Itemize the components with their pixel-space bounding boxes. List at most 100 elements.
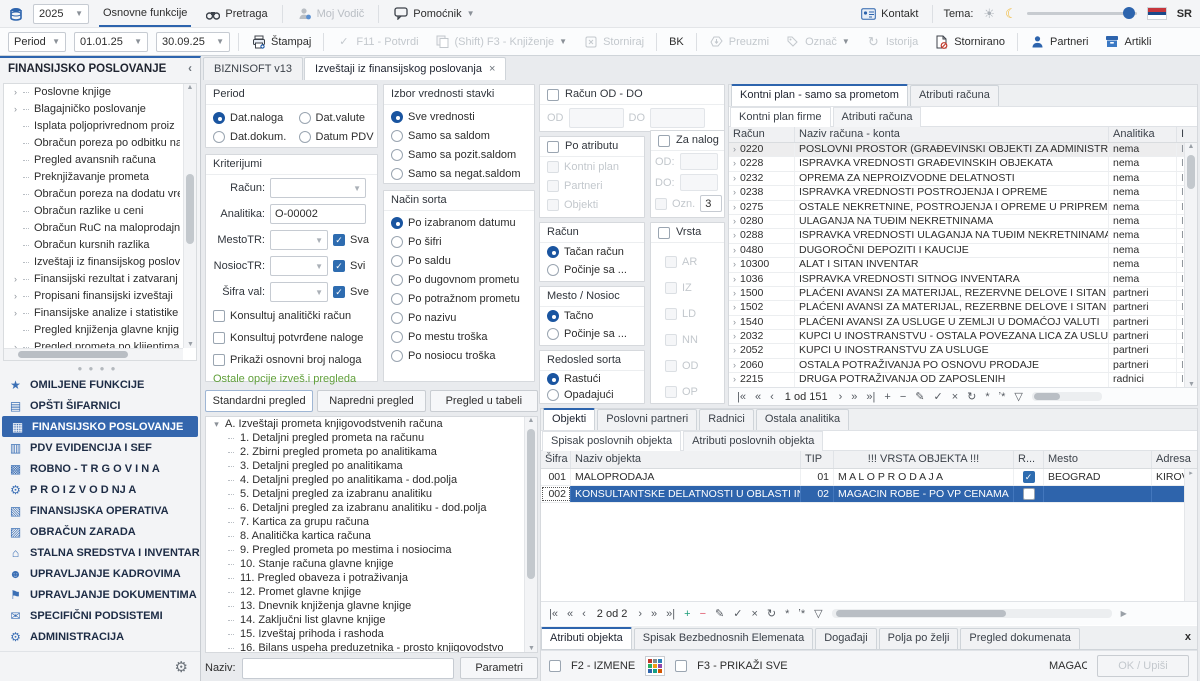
sorta-radio-option[interactable]: Po nazivu: [384, 308, 534, 327]
checkbox-icon[interactable]: ✓: [547, 89, 559, 101]
report-item[interactable]: 2. Zbirni pregled prometa po analitikama: [206, 445, 537, 459]
goto-bookmark-icon[interactable]: ʼ*: [999, 391, 1006, 403]
kontni-vertical-scrollbar[interactable]: ▲▼: [1184, 143, 1197, 388]
sidebar-tree-item[interactable]: Isplata poljoprivrednom proiz: [4, 118, 180, 135]
settings-gear-icon[interactable]: ⚙: [175, 658, 188, 676]
radio-icon[interactable]: [391, 255, 403, 267]
moon-icon[interactable]: ☾: [1005, 6, 1017, 22]
analitika-tab[interactable]: Objekti: [543, 408, 595, 430]
kontni-horizontal-scrollbar[interactable]: [1032, 392, 1102, 401]
year-select[interactable]: 2025▼: [33, 4, 89, 24]
sidebar-tree-item[interactable]: › Finansijske analize i statistike: [4, 305, 180, 322]
kontni-row[interactable]: ›0228 ISPRAVKA VREDNOSTI GRAĐEVINSKIH OB…: [729, 157, 1197, 171]
nav-item[interactable]: ▤ OPŠTI ŠIFARNICI: [0, 395, 200, 416]
row-expander-icon[interactable]: ›: [733, 143, 736, 156]
nav-item[interactable]: ☻ UPRAVLJANJE KADROVIMA: [0, 563, 200, 584]
tab-atributi-racuna[interactable]: Atributi računa: [910, 85, 999, 106]
report-item[interactable]: 4. Detaljni pregled po analitikama - dod…: [206, 473, 537, 487]
radio-icon[interactable]: [391, 111, 403, 123]
stornirano-button[interactable]: Stornirano: [930, 30, 1009, 54]
report-item[interactable]: 7. Kartica za grupu računa: [206, 515, 537, 529]
kontni-row[interactable]: ›1540 PLAĆENI AVANSI ZA USLUGE U ZEMLJI …: [729, 316, 1197, 330]
delete-row-icon[interactable]: −: [700, 608, 706, 620]
row-checkbox[interactable]: ✓: [1023, 488, 1035, 500]
checkbox-icon[interactable]: ✓: [547, 141, 559, 153]
collapse-icon[interactable]: ‹: [188, 63, 192, 75]
view-mode-button[interactable]: Pregled u tabeli: [430, 390, 538, 412]
prior-group-icon[interactable]: «: [567, 608, 573, 620]
sidebar-tree-item[interactable]: › Blagajničko poslovanje: [4, 101, 180, 118]
color-grid-icon[interactable]: [645, 656, 665, 676]
detail-tab[interactable]: Događaji: [815, 628, 876, 649]
kontni-row[interactable]: ›0220 POSLOVNI PROSTOR (GRAĐEVINSKI OBJE…: [729, 143, 1197, 157]
checkbox-icon[interactable]: ✓: [658, 135, 670, 147]
radio-datum-pdv[interactable]: Datum PDV: [292, 127, 378, 146]
ozn-input[interactable]: [700, 195, 722, 212]
tab-izvestaji[interactable]: Izveštaji iz finansijskog poslovanja ×: [304, 57, 506, 80]
nav-item[interactable]: ✉ SPECIFIČNI PODSISTEMI: [0, 605, 200, 626]
nav-item[interactable]: ⚑ UPRAVLJANJE DOKUMENTIMA: [0, 584, 200, 605]
row-expander-icon[interactable]: ›: [733, 186, 736, 199]
expander-icon[interactable]: ›: [11, 101, 20, 118]
radio-icon[interactable]: [391, 312, 403, 324]
row-expander-icon[interactable]: ›: [733, 301, 736, 314]
f2-checkbox[interactable]: ✓: [549, 660, 561, 672]
kontni-row[interactable]: ›1500 PLAĆENI AVANSI ZA MATERIJAL, REZER…: [729, 287, 1197, 301]
tab-kontni-plan-promet[interactable]: Kontni plan - samo sa prometom: [731, 84, 908, 106]
ostale-opcije-link[interactable]: Ostale opcije izveš.i pregleda: [206, 371, 377, 387]
subtab-atributi-racuna[interactable]: Atributi računa: [833, 107, 922, 127]
sorta-radio-option[interactable]: Po šifri: [384, 232, 534, 251]
refresh-icon[interactable]: ↻: [967, 390, 976, 403]
menu-osnovne-funkcije[interactable]: Osnovne funkcije: [99, 0, 191, 27]
radio-icon[interactable]: [547, 310, 559, 322]
sun-icon[interactable]: ☀: [983, 6, 995, 22]
radio-icon[interactable]: [547, 328, 559, 340]
nav-item[interactable]: ⚙ ADMINISTRACIJA: [0, 626, 200, 647]
kontni-row[interactable]: ›0232 OPREMA ZA NEPROIZVODNE DELATNOSTI …: [729, 172, 1197, 186]
splitter-grip[interactable]: ● ● ● ●: [0, 364, 195, 373]
edit-row-icon[interactable]: ✎: [915, 390, 924, 403]
radio-icon[interactable]: [391, 217, 403, 229]
sorta-radio-option[interactable]: Po saldu: [384, 251, 534, 270]
objekat-row[interactable]: 001 MALOPRODAJA 01 M A L O P R O D A J A…: [541, 469, 1197, 486]
menu-pomocnik[interactable]: Pomoćnik▼: [389, 0, 478, 27]
subtab-kontni-plan-firme[interactable]: Kontni plan firme: [730, 107, 831, 127]
date-from-select[interactable]: 01.01.25▼: [74, 32, 148, 52]
row-expander-icon[interactable]: ›: [733, 273, 736, 286]
radio-icon[interactable]: [547, 264, 559, 276]
post-edit-icon[interactable]: ✓: [733, 607, 742, 620]
nav-item[interactable]: ▨ OBRAČUN ZARADA: [0, 521, 200, 542]
theme-slider[interactable]: [1027, 12, 1137, 15]
radio-tacan-racun[interactable]: Tačan račun: [540, 243, 644, 261]
next-group-icon[interactable]: »: [651, 608, 657, 620]
radio-icon[interactable]: [547, 389, 559, 401]
radio-icon[interactable]: [547, 246, 559, 258]
check-konsultuj-potvrdjene[interactable]: ✓Konsultuj potvrđene naloge: [206, 327, 377, 349]
sifraval-combo[interactable]: ▼: [270, 282, 328, 302]
row-expander-icon[interactable]: ›: [733, 215, 736, 228]
expander-icon[interactable]: ›: [11, 288, 20, 305]
first-page-icon[interactable]: |«: [549, 608, 558, 620]
kontakt-button[interactable]: Kontakt: [857, 0, 922, 27]
checkbox-sve[interactable]: ✓: [333, 286, 345, 298]
nav-item[interactable]: ▧ FINANSIJSKA OPERATIVA: [0, 500, 200, 521]
row-expander-icon[interactable]: ›: [733, 287, 736, 300]
detail-tab[interactable]: Pregled dokumenata: [960, 628, 1080, 649]
parametri-button[interactable]: Parametri: [460, 657, 538, 679]
report-item[interactable]: 12. Promet glavne knjige: [206, 585, 537, 599]
row-checkbox[interactable]: ✓: [1023, 471, 1035, 483]
tree-vertical-scrollbar[interactable]: ▲▼: [183, 84, 196, 348]
cancel-edit-icon[interactable]: ×: [952, 391, 958, 403]
detail-tab[interactable]: Atributi objekta: [541, 627, 632, 649]
add-row-icon[interactable]: +: [684, 608, 690, 620]
report-item[interactable]: 8. Analitička kartica računa: [206, 529, 537, 543]
nav-item[interactable]: ▩ ROBNO - T R G O V I N A: [0, 458, 200, 479]
row-expander-icon[interactable]: ›: [733, 373, 736, 386]
row-expander-icon[interactable]: ›: [733, 330, 736, 343]
objekat-row[interactable]: 002 KONSULTANTSKE DELATNOSTI U OBLASTI I…: [541, 486, 1197, 503]
nav-item[interactable]: ▦ FINANSIJSKO POSLOVANJE: [2, 416, 198, 437]
close-panel-icon[interactable]: x: [1185, 631, 1191, 643]
row-expander-icon[interactable]: ›: [733, 201, 736, 214]
objekti-subtab[interactable]: Spisak poslovnih objekta: [542, 431, 681, 451]
checkbox-sva[interactable]: ✓: [333, 234, 345, 246]
